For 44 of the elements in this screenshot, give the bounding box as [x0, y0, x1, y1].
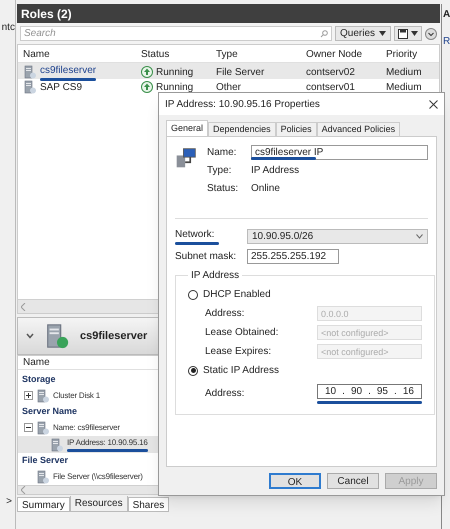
detail-title: cs9fileserver [80, 328, 148, 344]
field-label: Type: [207, 164, 232, 178]
role-name: SAP CS9 [40, 80, 82, 94]
pane-label: ntc [2, 21, 15, 35]
tree-item-label: File Server (\\cs9fileserver) [52, 470, 143, 482]
tree-item-label: Cluster Disk 1 [52, 390, 100, 402]
radio-label: Static IP Address [203, 364, 279, 378]
field-label: Network: [175, 228, 216, 242]
octet-separator: . [342, 385, 345, 399]
table-cell-text: Other [214, 80, 242, 94]
table-cell-text: File Server [214, 66, 266, 80]
field-label: Address: [205, 387, 246, 401]
radio-label: DHCP Enabled [203, 288, 271, 302]
tree-item-label: Name: cs9fileserver [52, 422, 120, 434]
table-cell-text: contserv01 [304, 80, 356, 94]
pane-label: R [443, 35, 450, 49]
octet: 90 [350, 385, 362, 399]
tree-item-label: IP Address: 10.90.95.16 [66, 437, 148, 449]
field-label: Lease Expires: [205, 345, 272, 359]
roles-header: Roles (2) [16, 4, 440, 23]
field-label: Name: [207, 146, 238, 160]
field-label: Status: [207, 182, 240, 196]
group-heading: File Server [20, 454, 69, 467]
octet: 10 [325, 385, 336, 399]
role-name: cs9fileserver [40, 64, 96, 78]
field-label: Subnet mask: [175, 250, 238, 264]
group-heading: Server Name [20, 404, 78, 418]
field-label: Lease Obtained: [205, 326, 280, 340]
dialog-title: IP Address: 10.90.95.16 Properties [165, 98, 320, 112]
octet-separator: . [368, 385, 371, 399]
field-label: Address: [205, 307, 246, 321]
field-value: Online [251, 182, 281, 196]
table-cell-text: Medium [384, 80, 423, 94]
status-text: Running [156, 80, 194, 94]
octet-separator: . [394, 385, 397, 399]
table-cell-text: Medium [384, 66, 423, 80]
octet: 16 [402, 385, 414, 399]
octet: 95 [376, 385, 388, 399]
group-heading: Storage [20, 372, 56, 386]
status-text: Running [156, 66, 194, 80]
table-cell-text: contserv02 [304, 66, 356, 80]
pane-label: A [443, 8, 450, 22]
field-value: IP Address [251, 164, 300, 178]
group-title: IP Address [190, 269, 240, 283]
